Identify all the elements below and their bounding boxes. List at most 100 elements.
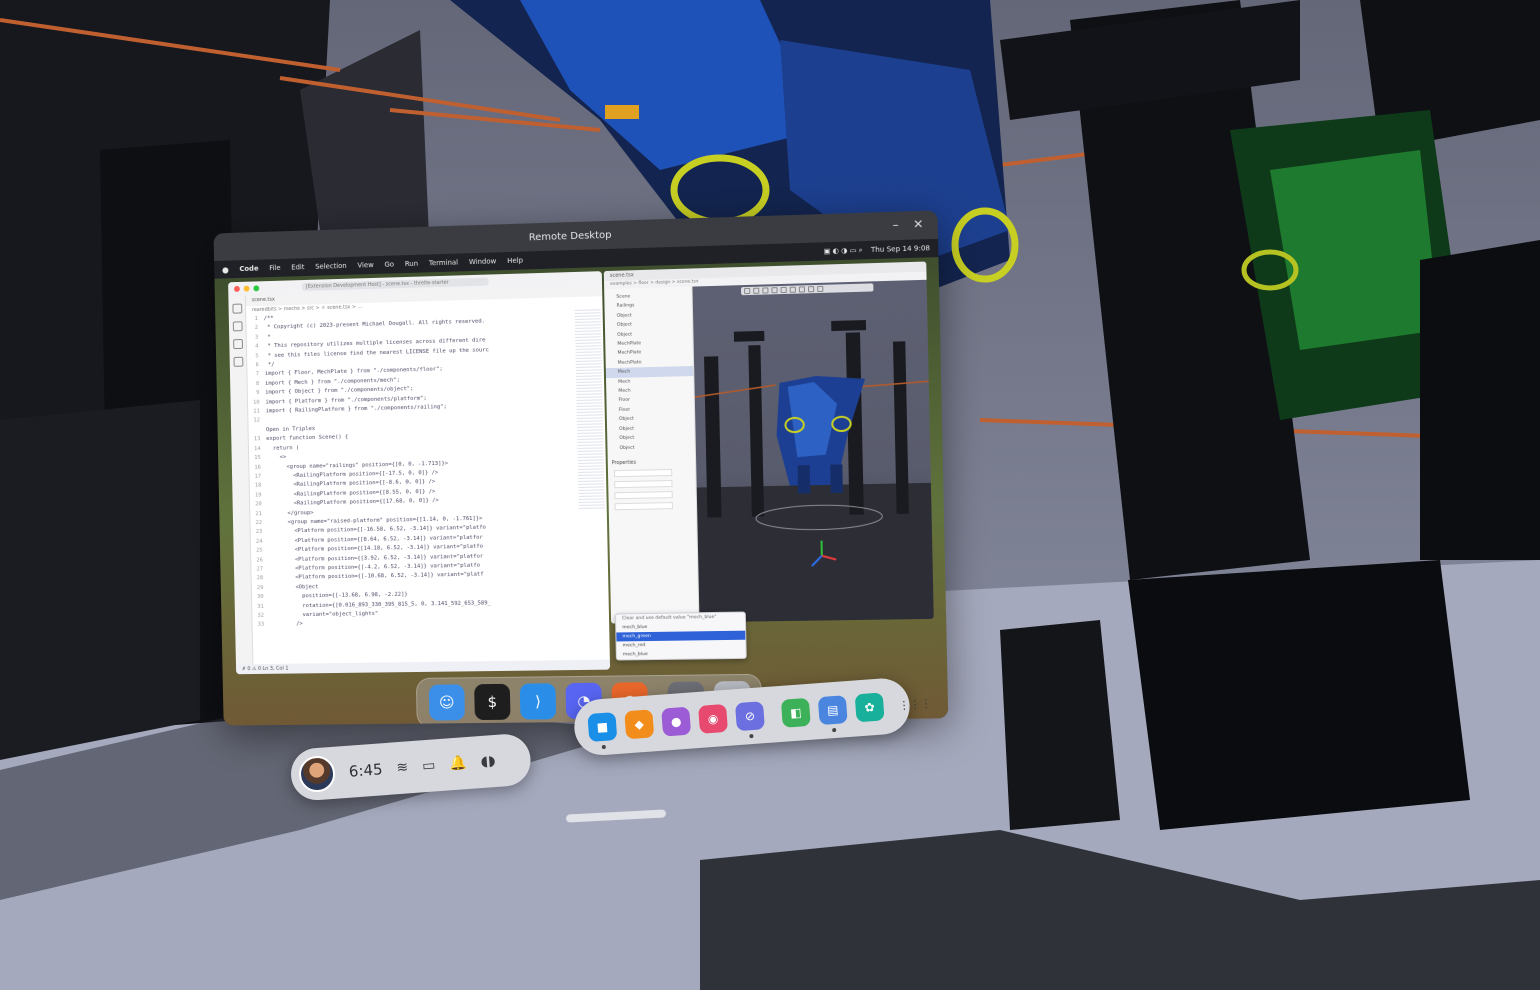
dropdown-options[interactable]: mech_blue mech_green mech_red mech_blue <box>616 622 746 660</box>
minimap[interactable] <box>574 309 605 510</box>
line-text[interactable]: return ( <box>266 444 299 454</box>
notifications-icon[interactable]: 🔔 <box>449 755 468 772</box>
line-number: 10 <box>253 399 260 406</box>
menu-window[interactable]: Window <box>469 257 496 266</box>
mac-desktop: [Extension Development Host] - scene.tsx… <box>214 257 949 726</box>
quest-clock[interactable]: 6:45 <box>348 760 383 780</box>
line-number: 23 <box>255 529 263 536</box>
line-text[interactable]: * <box>264 333 271 342</box>
line-number: 9 <box>256 390 260 397</box>
line-number: 25 <box>256 547 263 554</box>
menu-run[interactable]: Run <box>405 260 418 268</box>
vscode-window[interactable]: [Extension Development Host] - scene.tsx… <box>228 271 611 675</box>
menu-help[interactable]: Help <box>507 257 523 265</box>
camera-tool-icon[interactable] <box>780 286 787 294</box>
undo-icon[interactable] <box>789 286 796 293</box>
code-editor[interactable]: 1/** 2 * Copyright (c) 2023-present Micha… <box>246 306 580 662</box>
line-number: 16 <box>254 464 262 471</box>
close-icon[interactable]: ✕ <box>913 217 924 232</box>
quest-apps-group: ◧ ▤ ✿ <box>780 692 885 728</box>
remote-desktop-icon[interactable]: ▤ <box>817 695 848 726</box>
menubar-status-icons[interactable]: ▣ ◐ ◑ ▭ ⌕ <box>824 246 863 256</box>
close-traffic-light[interactable] <box>233 285 240 292</box>
extensions-icon[interactable] <box>233 356 243 367</box>
line-number: 4 <box>255 343 259 350</box>
line-text[interactable]: */ <box>265 361 275 371</box>
line-number: 31 <box>257 603 264 610</box>
rotate-tool-icon[interactable] <box>762 287 769 294</box>
files-icon[interactable]: ◧ <box>780 697 811 728</box>
scene-outliner[interactable]: Scene Railings Object Object Object MechPlate… <box>604 286 700 624</box>
line-number: 26 <box>256 557 263 564</box>
line-number: 7 <box>255 371 260 378</box>
property-field[interactable] <box>614 490 673 500</box>
line-number: 12 <box>253 417 261 424</box>
menu-terminal[interactable]: Terminal <box>429 259 458 268</box>
line-text[interactable]: <> <box>267 453 287 463</box>
settings-icon[interactable]: ✿ <box>854 692 885 723</box>
line-number: 8 <box>255 380 260 387</box>
search-icon[interactable] <box>232 339 243 350</box>
property-field[interactable] <box>613 468 673 478</box>
wifi-icon[interactable]: ≋ <box>396 759 409 776</box>
scene-editor-window[interactable]: scene.tsx examples > floor > design > sc… <box>603 261 934 624</box>
controller-icon[interactable]: ◖◗ <box>480 753 496 770</box>
grid-icon[interactable] <box>817 285 824 293</box>
minimize-traffic-light[interactable] <box>243 285 250 292</box>
store-icon[interactable]: ■ <box>587 712 618 743</box>
line-number: 21 <box>255 510 262 517</box>
select-tool-icon[interactable] <box>744 287 751 295</box>
minimize-icon[interactable]: – <box>892 218 898 232</box>
status-bar[interactable]: ✗ 0 ⚠ 0 Ln 3, Col 1 <box>235 659 611 675</box>
line-text[interactable]: export function Scene() { <box>266 433 348 444</box>
menubar-clock[interactable]: Thu Sep 14 9:08 <box>871 244 930 255</box>
dropdown-option[interactable]: mech_blue <box>617 649 746 660</box>
line-text[interactable]: /** <box>264 314 274 324</box>
menu-edit[interactable]: Edit <box>291 263 304 271</box>
quest-app-pill[interactable]: ■ ◆ ● ◉ ⊘ ◧ ▤ ✿ ⋮⋮⋮ <box>572 676 932 758</box>
line-text[interactable]: variant="object_lights" <box>270 610 379 621</box>
camera-icon[interactable]: ◉ <box>698 703 729 734</box>
scene-tree[interactable]: Scene Railings Object Object Object MechPlate… <box>605 291 695 453</box>
properties-header: Properties <box>611 460 637 467</box>
menu-view[interactable]: View <box>357 261 373 269</box>
line-number: 5 <box>255 353 259 360</box>
quest-status-pill[interactable]: 6:45 ≋ ▭ 🔔 ◖◗ <box>289 732 533 802</box>
line-number: 1 <box>254 315 258 322</box>
line-number: 18 <box>254 482 262 489</box>
menu-code[interactable]: Code <box>239 265 258 273</box>
move-tool-icon[interactable] <box>753 287 760 294</box>
scene-viewport[interactable] <box>692 279 934 623</box>
line-number: 20 <box>255 501 262 508</box>
line-number: 30 <box>257 594 264 601</box>
play-icon[interactable] <box>807 286 815 293</box>
scale-tool-icon[interactable] <box>771 287 778 294</box>
zoom-traffic-light[interactable] <box>253 285 260 292</box>
property-field[interactable] <box>614 479 673 489</box>
explorer-icon[interactable] <box>231 303 242 314</box>
menu-go[interactable]: Go <box>384 260 394 268</box>
quest-apps-group: ■ ◆ ● ◉ ⊘ <box>587 701 765 743</box>
apple-icon[interactable]: ● <box>222 265 229 274</box>
battery-icon[interactable]: ▭ <box>422 757 436 774</box>
variant-dropdown[interactable]: Clear and use default value "mech_blue" … <box>614 611 747 661</box>
line-number: 15 <box>254 455 261 462</box>
explore-icon[interactable]: ◆ <box>624 709 655 740</box>
run-debug-icon[interactable] <box>232 321 243 332</box>
remote-desktop-window[interactable]: Remote Desktop – ✕ ● Code File Edit Sele… <box>213 210 949 726</box>
browser-icon[interactable]: ⊘ <box>734 701 765 732</box>
line-number: 29 <box>256 584 264 591</box>
line-number: 28 <box>256 575 264 582</box>
line-number: 33 <box>257 621 265 629</box>
line-number: 6 <box>255 362 259 369</box>
redo-icon[interactable] <box>798 286 806 293</box>
people-icon[interactable]: ● <box>661 706 692 737</box>
line-text[interactable]: /> <box>270 620 303 630</box>
line-number: 13 <box>253 436 261 443</box>
menu-file[interactable]: File <box>269 264 281 272</box>
property-field[interactable] <box>614 501 673 511</box>
menu-selection[interactable]: Selection <box>315 262 347 271</box>
avatar[interactable] <box>297 754 337 794</box>
app-library-icon[interactable]: ⋮⋮⋮ <box>898 696 932 711</box>
scene-tree-item[interactable]: Object <box>619 442 695 453</box>
